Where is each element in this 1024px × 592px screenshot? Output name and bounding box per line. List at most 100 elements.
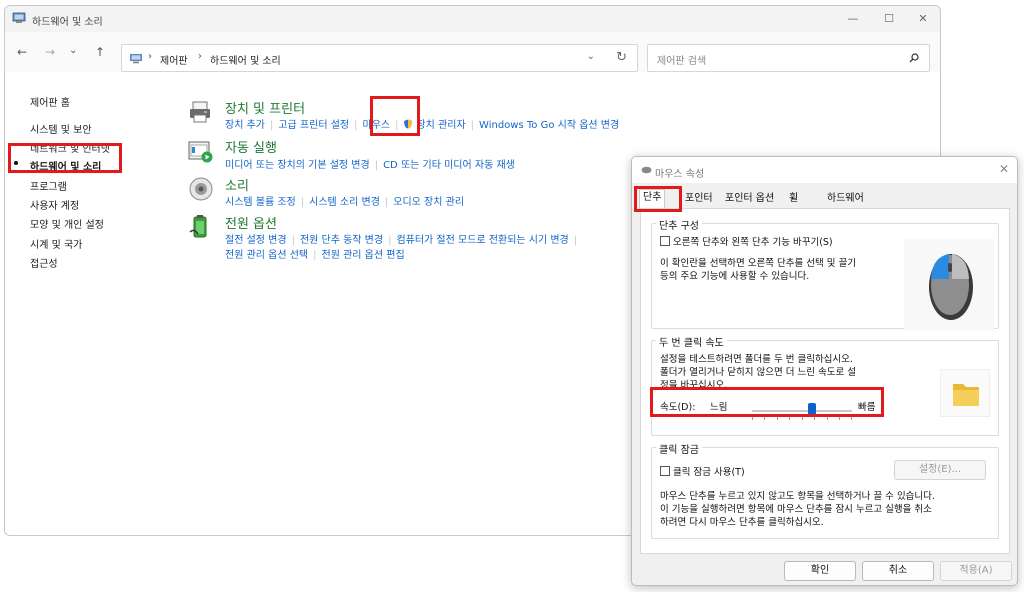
link-manage-audio-devices[interactable]: 오디오 장치 관리 [393, 197, 464, 208]
recent-locations-button[interactable]: ⌄ [69, 45, 77, 57]
clicklock-group: 클릭 잠금 클릭 잠금 사용(T) 설정(E)... 마우스 단추를 누르고 있… [651, 441, 999, 539]
clicklock-checkbox[interactable]: 클릭 잠금 사용(T) [660, 464, 745, 478]
mouse-image [904, 239, 994, 331]
link-adjust-volume[interactable]: 시스템 볼륨 조정 [225, 197, 296, 208]
button-config-description: 이 확인란을 선택하면 오른쪽 단추를 선택 및 끌기 [660, 258, 856, 269]
swap-buttons-label[interactable]: 오른쪽 단추와 왼쪽 단추 기능 바꾸기(S) [673, 237, 833, 248]
search-placeholder: 제어판 검색 [657, 56, 707, 67]
clicklock-label[interactable]: 클릭 잠금 사용(T) [673, 467, 745, 478]
link-change-system-sounds[interactable]: 시스템 소리 변경 [309, 197, 380, 208]
link-choose-power-plan[interactable]: 전원 관리 옵션 선택 [225, 250, 308, 261]
dialog-close-button[interactable]: ✕ [999, 162, 1009, 176]
back-button[interactable]: ← [17, 46, 27, 58]
clicklock-title: 클릭 잠금 [656, 441, 702, 456]
breadcrumb-control-panel[interactable]: 제어판 [160, 52, 188, 67]
window-title: 하드웨어 및 소리 [32, 17, 103, 28]
tab-hardware[interactable]: 하드웨어 [824, 191, 867, 209]
link-device-manager[interactable]: 장치 관리자 [416, 120, 465, 131]
breadcrumb-separator: › [148, 51, 152, 62]
slider-tick [789, 417, 790, 420]
ok-button[interactable]: 확인 [784, 561, 856, 581]
close-button[interactable]: ✕ [908, 10, 938, 28]
forward-button[interactable]: → [45, 46, 55, 58]
sidebar-item-accessibility[interactable]: 접근성 [30, 255, 58, 270]
clicklock-description: 이 기능을 실행하려면 항목에 마우스 단추를 잠시 누르고 실행을 취소 [660, 504, 932, 515]
link-power-button-action[interactable]: 전원 단추 동작 변경 [300, 235, 383, 246]
test-folder-area[interactable] [940, 369, 990, 417]
highlight-speed-slider [650, 387, 884, 417]
address-dropdown-button[interactable]: ⌄ [587, 51, 595, 62]
double-click-speed-title: 두 번 클릭 속도 [656, 334, 727, 349]
breadcrumb-separator: › [198, 51, 202, 62]
mouse-properties-dialog: 마우스 속성 ✕ 단추 포인터 포인터 옵션 휠 하드웨어 단추 구성 오른쪽 … [631, 156, 1018, 586]
folder-icon[interactable] [941, 370, 991, 418]
link-change-sleep-settings[interactable]: 절전 설정 변경 [225, 235, 287, 246]
link-sleep-timing[interactable]: 컴퓨터가 절전 모드로 전환되는 시기 변경 [396, 235, 568, 246]
highlight-sidebar-hardware-sound [8, 143, 122, 173]
tab-wheel[interactable]: 휠 [786, 191, 801, 209]
buttons-tab-panel: 단추 구성 오른쪽 단추와 왼쪽 단추 기능 바꾸기(S) 이 확인란을 선택하… [640, 208, 1010, 554]
link-add-device[interactable]: 장치 추가 [225, 120, 265, 131]
devices-printers-links: 장치 추가 | 고급 프린터 설정 | 마우스 | 장치 관리자 | Windows To Go… [225, 119, 620, 131]
autoplay-links: 미디어 또는 장치의 기본 설정 변경 | CD 또는 기타 미디어 자동 재생 [225, 160, 515, 171]
sound-links: 시스템 볼륨 조정 | 시스템 소리 변경 | 오디오 장치 관리 [225, 197, 465, 208]
minimize-button[interactable]: — [838, 10, 868, 28]
sidebar-item-system-security[interactable]: 시스템 및 보안 [30, 121, 92, 136]
button-config-description: 등의 주요 기능에 사용할 수 있습니다. [660, 271, 810, 282]
slider-tick [802, 417, 803, 420]
power-options-links: 절전 설정 변경 | 전원 단추 동작 변경 | 컴퓨터가 절전 모드로 전환되는 시기… [225, 235, 578, 246]
button-configuration-title: 단추 구성 [656, 217, 702, 232]
printer-icon [190, 101, 210, 123]
category-title-devices-printers[interactable]: 장치 및 프린터 [225, 98, 305, 117]
sidebar-item-programs[interactable]: 프로그램 [30, 178, 67, 193]
battery-icon [189, 215, 207, 238]
control-panel-icon [130, 54, 142, 64]
double-click-description: 설정을 테스트하려면 폴더를 두 번 클릭하십시오. [660, 354, 853, 365]
sidebar-item-clock-region[interactable]: 시계 및 국가 [30, 236, 82, 251]
category-title-autoplay[interactable]: 자동 실행 [225, 137, 277, 156]
sidebar: 제어판 홈 시스템 및 보안 네트워크 및 인터넷 하드웨어 및 소리 프로그램… [5, 72, 175, 532]
search-input[interactable]: 제어판 검색 [647, 44, 930, 72]
mouse-graphic-icon [929, 254, 973, 320]
dialog-title: 마우스 속성 [655, 169, 705, 180]
sidebar-home-link[interactable]: 제어판 홈 [30, 94, 70, 109]
speaker-icon [189, 177, 213, 201]
refresh-button[interactable]: ↻ [616, 50, 627, 65]
highlight-mouse-link [370, 96, 420, 136]
link-cd-autoplay[interactable]: CD 또는 기타 미디어 자동 재생 [383, 160, 515, 171]
navigation-bar: ← → ⌄ ↑ › 제어판 › 하드웨어 및 소리 ⌄ ↻ 제어판 검색 [5, 32, 940, 72]
maximize-button[interactable]: ☐ [874, 10, 904, 28]
dialog-title-bar: 마우스 속성 ✕ [632, 157, 1017, 183]
power-options-links-2: 전원 관리 옵션 선택 | 전원 관리 옵션 편집 [225, 250, 405, 261]
apply-button[interactable]: 적용(A) [940, 561, 1012, 581]
slider-tick [827, 417, 828, 420]
link-windows-to-go[interactable]: Windows To Go 시작 옵션 변경 [479, 120, 619, 131]
breadcrumb-hardware-sound[interactable]: 하드웨어 및 소리 [210, 52, 281, 67]
swap-buttons-checkbox[interactable]: 오른쪽 단추와 왼쪽 단추 기능 바꾸기(S) [660, 234, 833, 248]
dialog-tabs: 단추 포인터 포인터 옵션 휠 하드웨어 [632, 187, 1017, 209]
search-icon[interactable] [909, 53, 919, 63]
link-media-default-settings[interactable]: 미디어 또는 장치의 기본 설정 변경 [225, 160, 370, 171]
checkbox-box[interactable] [660, 236, 670, 246]
address-bar[interactable]: › 제어판 › 하드웨어 및 소리 ⌄ ↻ [121, 44, 638, 72]
sidebar-item-appearance[interactable]: 모양 및 개인 설정 [30, 216, 104, 231]
slider-tick [839, 417, 840, 420]
checkbox-box[interactable] [660, 466, 670, 476]
clicklock-settings-button[interactable]: 설정(E)... [894, 460, 986, 480]
highlight-buttons-tab [634, 186, 682, 212]
link-edit-power-plan[interactable]: 전원 관리 옵션 편집 [322, 250, 405, 261]
up-button[interactable]: ↑ [95, 46, 105, 58]
autoplay-icon [188, 141, 213, 163]
category-title-sound[interactable]: 소리 [225, 175, 249, 194]
category-title-power-options[interactable]: 전원 옵션 [225, 213, 277, 232]
title-bar: 하드웨어 및 소리 — ☐ ✕ [5, 6, 940, 32]
cancel-button[interactable]: 취소 [862, 561, 934, 581]
tab-pointer-options[interactable]: 포인터 옵션 [722, 191, 777, 209]
double-click-description: 폴더가 열리거나 닫히지 않으면 더 느린 속도로 설 [660, 367, 856, 378]
link-advanced-printer-setup[interactable]: 고급 프린터 설정 [278, 120, 349, 131]
slider-tick [814, 417, 815, 420]
tab-pointers[interactable]: 포인터 [682, 191, 716, 209]
sidebar-item-user-accounts[interactable]: 사용자 계정 [30, 197, 79, 212]
slider-tick [777, 417, 778, 420]
control-panel-icon [12, 12, 26, 23]
